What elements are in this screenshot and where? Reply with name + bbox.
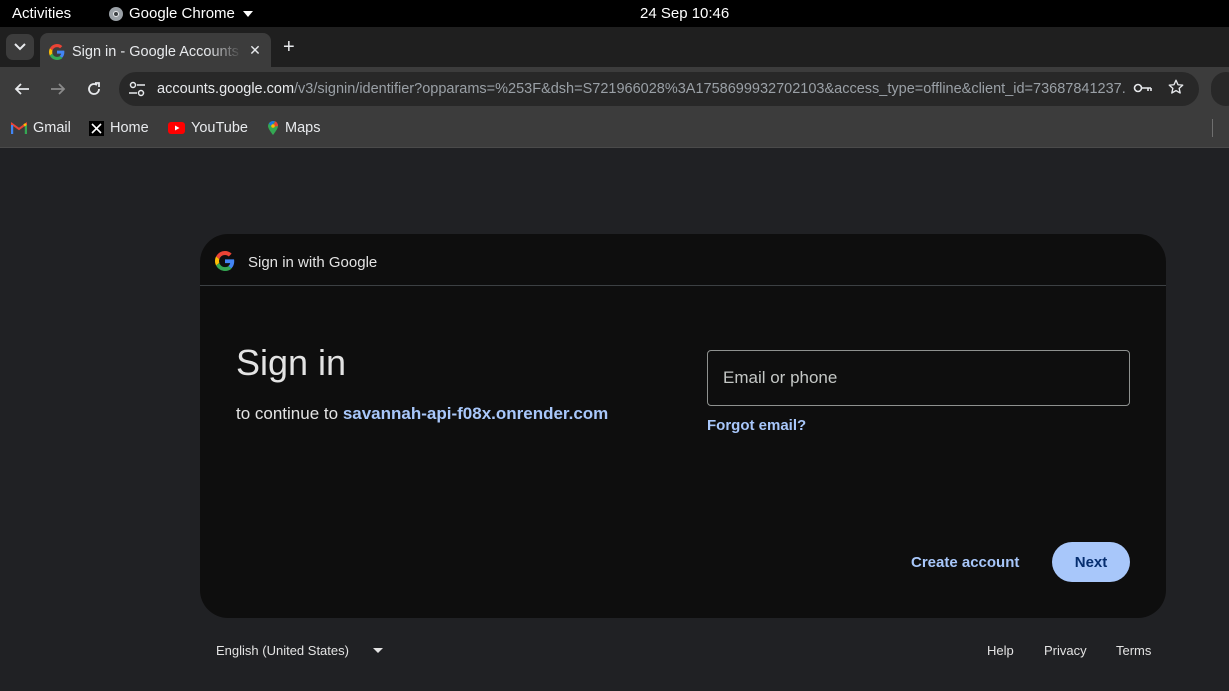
signin-card: Sign in with Google Sign in to continue … bbox=[200, 234, 1166, 618]
bookmarks-bar: Gmail Home YouTube Maps bbox=[0, 111, 1229, 148]
reload-icon bbox=[88, 82, 100, 95]
address-bar[interactable]: accounts.google.com/v3/signin/identifier… bbox=[119, 72, 1199, 106]
next-button[interactable]: Next bbox=[1052, 542, 1130, 582]
google-logo-icon bbox=[215, 251, 235, 276]
back-button[interactable] bbox=[11, 78, 33, 100]
x-icon bbox=[89, 120, 104, 136]
bookmark-label: YouTube bbox=[191, 120, 248, 136]
card-header-label: Sign in with Google bbox=[248, 254, 378, 271]
reload-button[interactable] bbox=[83, 78, 105, 100]
tab-active[interactable]: Sign in - Google Accounts ✕ bbox=[40, 33, 271, 67]
tab-search-button[interactable] bbox=[6, 34, 34, 60]
new-tab-button[interactable]: + bbox=[283, 37, 295, 57]
forward-button[interactable] bbox=[47, 78, 69, 100]
bookmark-maps[interactable]: Maps bbox=[267, 120, 320, 136]
clock[interactable]: 24 Sep 10:46 bbox=[640, 5, 729, 22]
bookmark-label: Gmail bbox=[33, 120, 71, 136]
arrow-left-icon bbox=[14, 83, 29, 95]
page-title: Sign in bbox=[236, 342, 347, 383]
password-key-icon[interactable] bbox=[1133, 80, 1153, 101]
system-top-bar: Activities Google Chrome 24 Sep 10:46 bbox=[0, 0, 1229, 27]
forgot-email-link[interactable]: Forgot email? bbox=[707, 417, 806, 434]
email-field[interactable]: Email or phone bbox=[707, 350, 1130, 406]
card-header: Sign in with Google bbox=[200, 234, 1166, 286]
signin-subtitle: to continue to savannah-api-f08x.onrende… bbox=[236, 404, 608, 424]
tab-strip: Sign in - Google Accounts ✕ + bbox=[0, 27, 1229, 67]
arrow-right-icon bbox=[51, 83, 66, 95]
app-domain-link[interactable]: savannah-api-f08x.onrender.com bbox=[343, 404, 608, 423]
bookmark-gmail[interactable]: Gmail bbox=[11, 120, 71, 136]
privacy-link[interactable]: Privacy bbox=[1044, 643, 1087, 658]
bookmark-label: Maps bbox=[285, 120, 321, 136]
url-text[interactable]: accounts.google.com/v3/signin/identifier… bbox=[157, 81, 1125, 97]
bookmark-star-icon[interactable] bbox=[1167, 78, 1185, 101]
activities-button[interactable]: Activities bbox=[12, 5, 71, 22]
chrome-icon bbox=[109, 6, 123, 21]
gmail-icon bbox=[11, 122, 27, 134]
bookmark-youtube[interactable]: YouTube bbox=[168, 120, 248, 136]
create-account-button[interactable]: Create account bbox=[911, 554, 1019, 571]
app-menu[interactable]: Google Chrome bbox=[109, 5, 253, 22]
terms-link[interactable]: Terms bbox=[1116, 643, 1151, 658]
extensions-button[interactable] bbox=[1211, 72, 1229, 106]
url-path: /v3/signin/identifier?opparams=%253F&dsh… bbox=[294, 81, 1125, 97]
language-select[interactable]: English (United States) bbox=[216, 643, 349, 658]
help-link[interactable]: Help bbox=[987, 643, 1014, 658]
maps-icon bbox=[268, 121, 279, 135]
chevron-down-icon bbox=[14, 43, 26, 51]
email-field-placeholder: Email or phone bbox=[723, 368, 838, 387]
subtitle-prefix: to continue to bbox=[236, 404, 343, 423]
browser-toolbar: accounts.google.com/v3/signin/identifier… bbox=[0, 67, 1229, 111]
site-info-icon[interactable] bbox=[128, 81, 146, 102]
google-favicon-icon bbox=[49, 44, 65, 65]
bookmark-home[interactable]: Home bbox=[89, 120, 149, 136]
caret-down-icon bbox=[242, 10, 253, 17]
language-caret-icon[interactable] bbox=[373, 648, 383, 653]
bookmark-label: Home bbox=[110, 120, 149, 136]
bookmarks-divider bbox=[1212, 119, 1213, 137]
tab-title: Sign in - Google Accounts bbox=[72, 44, 239, 60]
app-menu-label: Google Chrome bbox=[129, 5, 235, 22]
youtube-icon bbox=[168, 122, 185, 134]
url-host: accounts.google.com bbox=[157, 81, 295, 97]
close-tab-icon[interactable]: ✕ bbox=[247, 42, 263, 59]
